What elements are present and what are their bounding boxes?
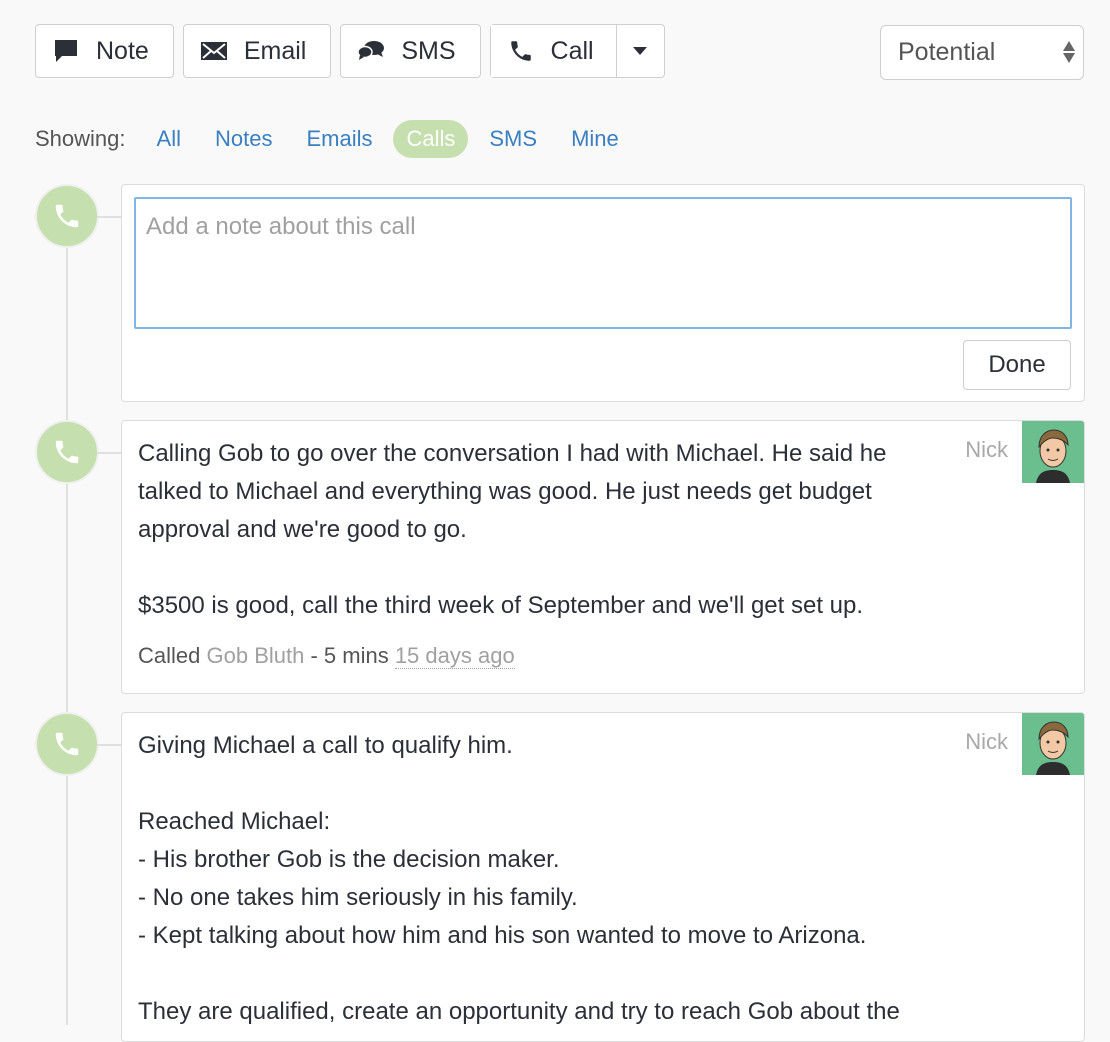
call-note-input[interactable] [134, 197, 1072, 329]
envelope-icon [200, 37, 228, 65]
call-button-label: Call [550, 36, 594, 65]
call-activity-entry: Calling Gob to go over the conversation … [121, 420, 1085, 694]
phone-icon [55, 204, 79, 228]
caret-down-icon [633, 47, 648, 55]
avatar [1022, 713, 1084, 775]
filter-mine[interactable]: Mine [558, 120, 632, 158]
filter-emails[interactable]: Emails [293, 120, 385, 158]
filter-sms[interactable]: SMS [476, 120, 550, 158]
phone-icon [55, 732, 79, 756]
timeline-connector [97, 744, 121, 746]
call-options-dropdown[interactable] [615, 25, 664, 77]
filter-calls[interactable]: Calls [393, 120, 469, 158]
timeline-connector [97, 452, 121, 454]
call-meta-prefix: Called [138, 643, 201, 668]
done-button[interactable]: Done [963, 340, 1071, 390]
email-button-label: Email [243, 36, 307, 65]
avatar [1022, 421, 1084, 483]
timeline-line [66, 245, 68, 1025]
call-button[interactable]: Call [490, 25, 616, 77]
note-icon [52, 37, 80, 65]
phone-icon [507, 37, 535, 65]
call-node-icon [35, 184, 99, 248]
select-arrows-icon [1063, 41, 1075, 63]
sms-button-label: SMS [401, 36, 456, 65]
timeline-connector [97, 216, 121, 218]
author-name: Nick [965, 729, 1008, 754]
call-note-text: Calling Gob to go over the conversation … [138, 440, 887, 619]
call-note-composer: Done [121, 184, 1085, 402]
sms-button[interactable]: SMS [340, 24, 481, 78]
call-duration: - 5 mins [304, 643, 395, 668]
call-button-group: Call [489, 24, 665, 78]
filter-notes[interactable]: Notes [202, 120, 285, 158]
activity-filters: Showing: All Notes Emails Calls SMS Mine [35, 120, 640, 158]
call-node-icon [35, 712, 99, 776]
call-node-icon [35, 420, 99, 484]
lead-status-value: Potential [898, 38, 996, 66]
call-note-text: Giving Michael a call to qualify him. Re… [138, 732, 900, 1025]
activity-toolbar: Note Email SMS Call [35, 24, 665, 78]
lead-status-select[interactable]: Potential [880, 25, 1084, 80]
contact-link[interactable]: Gob Bluth [207, 643, 305, 668]
note-button-label: Note [96, 36, 149, 65]
chat-bubbles-icon [357, 37, 385, 65]
filters-label: Showing: [35, 126, 126, 151]
phone-icon [55, 440, 79, 464]
author-name: Nick [965, 437, 1008, 462]
filter-all[interactable]: All [144, 120, 194, 158]
call-activity-entry: Giving Michael a call to qualify him. Re… [121, 712, 1085, 1042]
call-timestamp[interactable]: 15 days ago [394, 643, 515, 669]
call-meta: Called Gob Bluth - 5 mins 15 days ago [138, 643, 1068, 669]
email-button[interactable]: Email [182, 24, 332, 78]
note-button[interactable]: Note [35, 24, 174, 78]
